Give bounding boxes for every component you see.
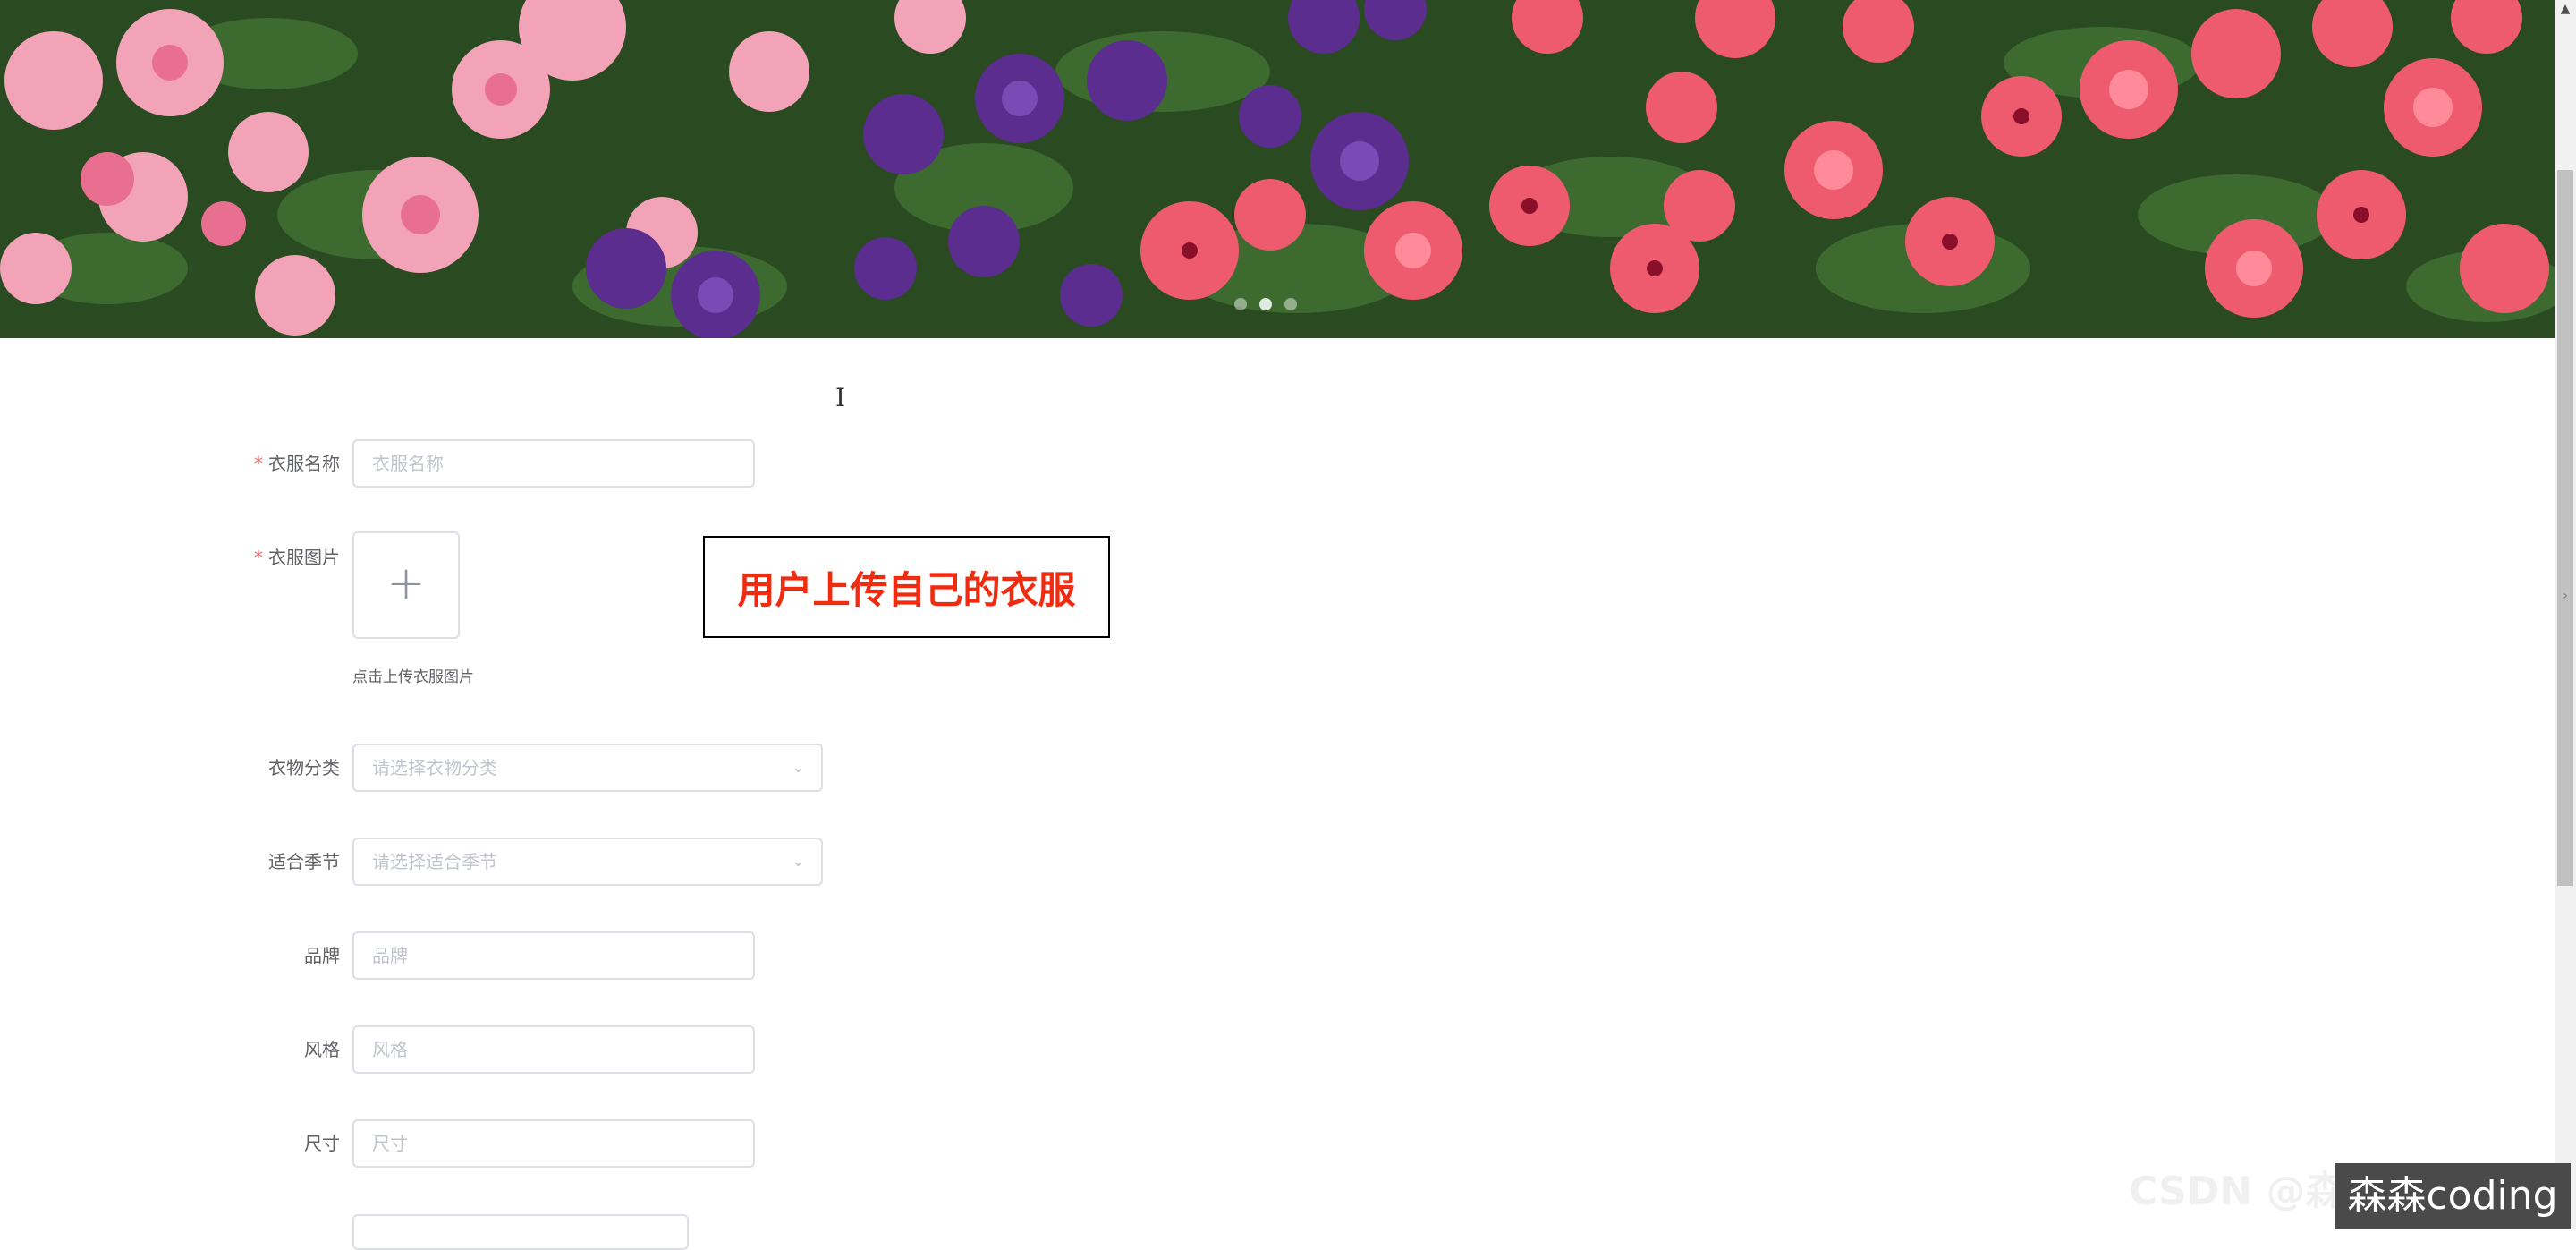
text-cursor-icon: I bbox=[835, 383, 846, 412]
season-select[interactable]: 请选择适合季节 ⌄ bbox=[352, 838, 823, 886]
clothing-name-label-text: 衣服名称 bbox=[268, 453, 340, 474]
clothing-name-input[interactable]: 衣服名称 bbox=[352, 439, 755, 488]
clothing-name-label: * 衣服名称 bbox=[233, 451, 340, 476]
scroll-up-icon[interactable]: ▲ bbox=[2555, 0, 2576, 18]
size-input[interactable]: 尺寸 bbox=[352, 1119, 755, 1168]
category-label: 衣物分类 bbox=[268, 757, 340, 778]
page-scrollbar[interactable]: ▲ bbox=[2555, 0, 2576, 1229]
category-placeholder: 请选择衣物分类 bbox=[372, 757, 497, 778]
annotation-callout: 用户上传自己的衣服 bbox=[703, 536, 1110, 638]
next-field-input[interactable] bbox=[352, 1214, 689, 1250]
brand-label: 品牌 bbox=[304, 945, 340, 966]
style-label: 风格 bbox=[304, 1039, 340, 1060]
season-label: 适合季节 bbox=[268, 851, 340, 872]
brand-input[interactable]: 品牌 bbox=[352, 931, 755, 980]
size-label: 尺寸 bbox=[304, 1133, 340, 1154]
chevron-down-icon: ⌄ bbox=[791, 758, 805, 777]
required-star: * bbox=[254, 547, 263, 568]
image-uploader[interactable]: + bbox=[352, 531, 460, 639]
carousel-banner[interactable] bbox=[0, 0, 2555, 338]
category-select[interactable]: 请选择衣物分类 ⌄ bbox=[352, 744, 823, 792]
carousel-dot-active[interactable] bbox=[1259, 298, 1272, 310]
plus-icon: + bbox=[386, 557, 426, 610]
flower-banner-image bbox=[0, 0, 2555, 338]
scroll-thumb[interactable] bbox=[2557, 170, 2573, 886]
clothing-image-label-text: 衣服图片 bbox=[268, 547, 340, 568]
style-input[interactable]: 风格 bbox=[352, 1025, 755, 1074]
author-watermark: 森森coding bbox=[2334, 1163, 2571, 1229]
carousel-indicators bbox=[1234, 298, 1297, 310]
chevron-right-icon: › bbox=[2563, 589, 2568, 603]
clothing-image-label: * 衣服图片 bbox=[233, 545, 340, 570]
carousel-dot[interactable] bbox=[1234, 298, 1247, 310]
chevron-down-icon: ⌄ bbox=[791, 852, 805, 871]
season-placeholder: 请选择适合季节 bbox=[372, 851, 497, 872]
carousel-dot[interactable] bbox=[1284, 298, 1297, 310]
upload-tip: 点击上传衣服图片 bbox=[352, 668, 474, 686]
required-star: * bbox=[254, 453, 263, 474]
